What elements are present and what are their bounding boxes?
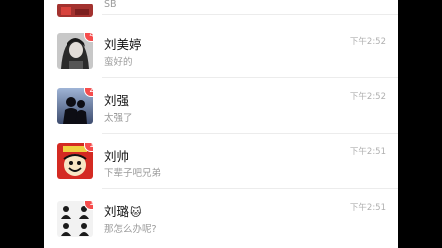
chat-preview: 太强了 bbox=[104, 113, 133, 124]
chat-name: 刘帅 bbox=[104, 149, 130, 164]
avatar[interactable]: 1 bbox=[57, 201, 93, 237]
chat-preview: 下辈子吧兄弟 bbox=[104, 168, 162, 179]
chat-list: SB 4 刘美婷 蛮好的 下午2:52 2 刘强 太强了 下午2:52 1 刘帅… bbox=[44, 0, 398, 248]
avatar[interactable]: 4 bbox=[57, 33, 93, 69]
chat-row[interactable]: 4 刘美婷 蛮好的 下午2:52 bbox=[44, 23, 398, 78]
red-image-avatar bbox=[57, 4, 93, 17]
avatar[interactable]: 1 bbox=[57, 143, 93, 179]
chat-time: 下午2:52 bbox=[349, 37, 386, 47]
chat-name: 刘强 bbox=[104, 93, 130, 108]
chat-row[interactable]: 2 刘强 太强了 下午2:52 bbox=[44, 79, 398, 134]
chat-preview: 那怎么办呢? bbox=[104, 224, 157, 235]
chat-row[interactable]: 1 刘帅 下辈子吧兄弟 下午2:51 bbox=[44, 134, 398, 189]
avatar[interactable] bbox=[57, 3, 93, 17]
chat-time: 下午2:51 bbox=[349, 203, 386, 213]
chat-name-text: 刘璐 bbox=[104, 204, 130, 219]
chat-name: 刘美婷 bbox=[104, 37, 142, 52]
chat-row[interactable]: SB bbox=[44, 0, 398, 17]
chat-preview: SB bbox=[104, 0, 117, 10]
divider bbox=[102, 14, 398, 15]
divider bbox=[102, 77, 398, 78]
cat-emoji-icon: 🐱 bbox=[130, 206, 142, 219]
chat-time: 下午2:51 bbox=[349, 147, 386, 157]
chat-preview: 蛮好的 bbox=[104, 57, 133, 68]
chat-time: 下午2:52 bbox=[349, 92, 386, 102]
chat-row[interactable]: 1 刘璐🐱 那怎么办呢? 下午2:51 bbox=[44, 189, 398, 244]
chat-name: 刘璐🐱 bbox=[104, 201, 141, 220]
avatar[interactable]: 2 bbox=[57, 88, 93, 124]
